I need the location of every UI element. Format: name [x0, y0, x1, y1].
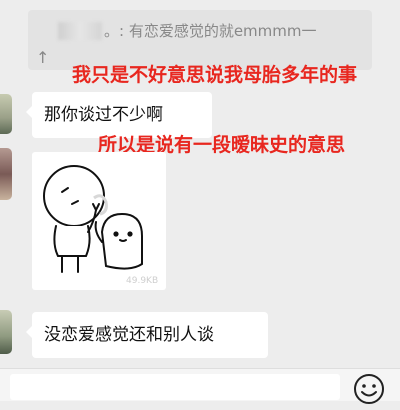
up-arrow-icon[interactable]: ↑	[36, 48, 49, 67]
annotation-1: 我只是不好意思说我母胎多年的事	[72, 64, 358, 86]
avatar[interactable]	[0, 310, 12, 354]
smiley-face-icon[interactable]	[352, 372, 386, 406]
sticker-image[interactable]	[32, 152, 166, 290]
quoted-sender-blurred	[58, 22, 102, 40]
chat-bubble-received[interactable]: 没恋爱感觉还和别人谈	[26, 312, 268, 358]
quoted-message-text: 。: 有恋爱感觉的就emmmm一	[104, 22, 317, 40]
message-input[interactable]	[10, 374, 340, 400]
message-text: 没恋爱感觉还和别人谈	[44, 325, 214, 345]
sticker-cartoon-figures	[43, 165, 143, 273]
message-text: 那你谈过不少啊	[44, 105, 163, 125]
avatar[interactable]	[0, 94, 12, 134]
sticker-size-label: 49.9KB	[126, 276, 159, 286]
avatar[interactable]	[0, 148, 12, 200]
